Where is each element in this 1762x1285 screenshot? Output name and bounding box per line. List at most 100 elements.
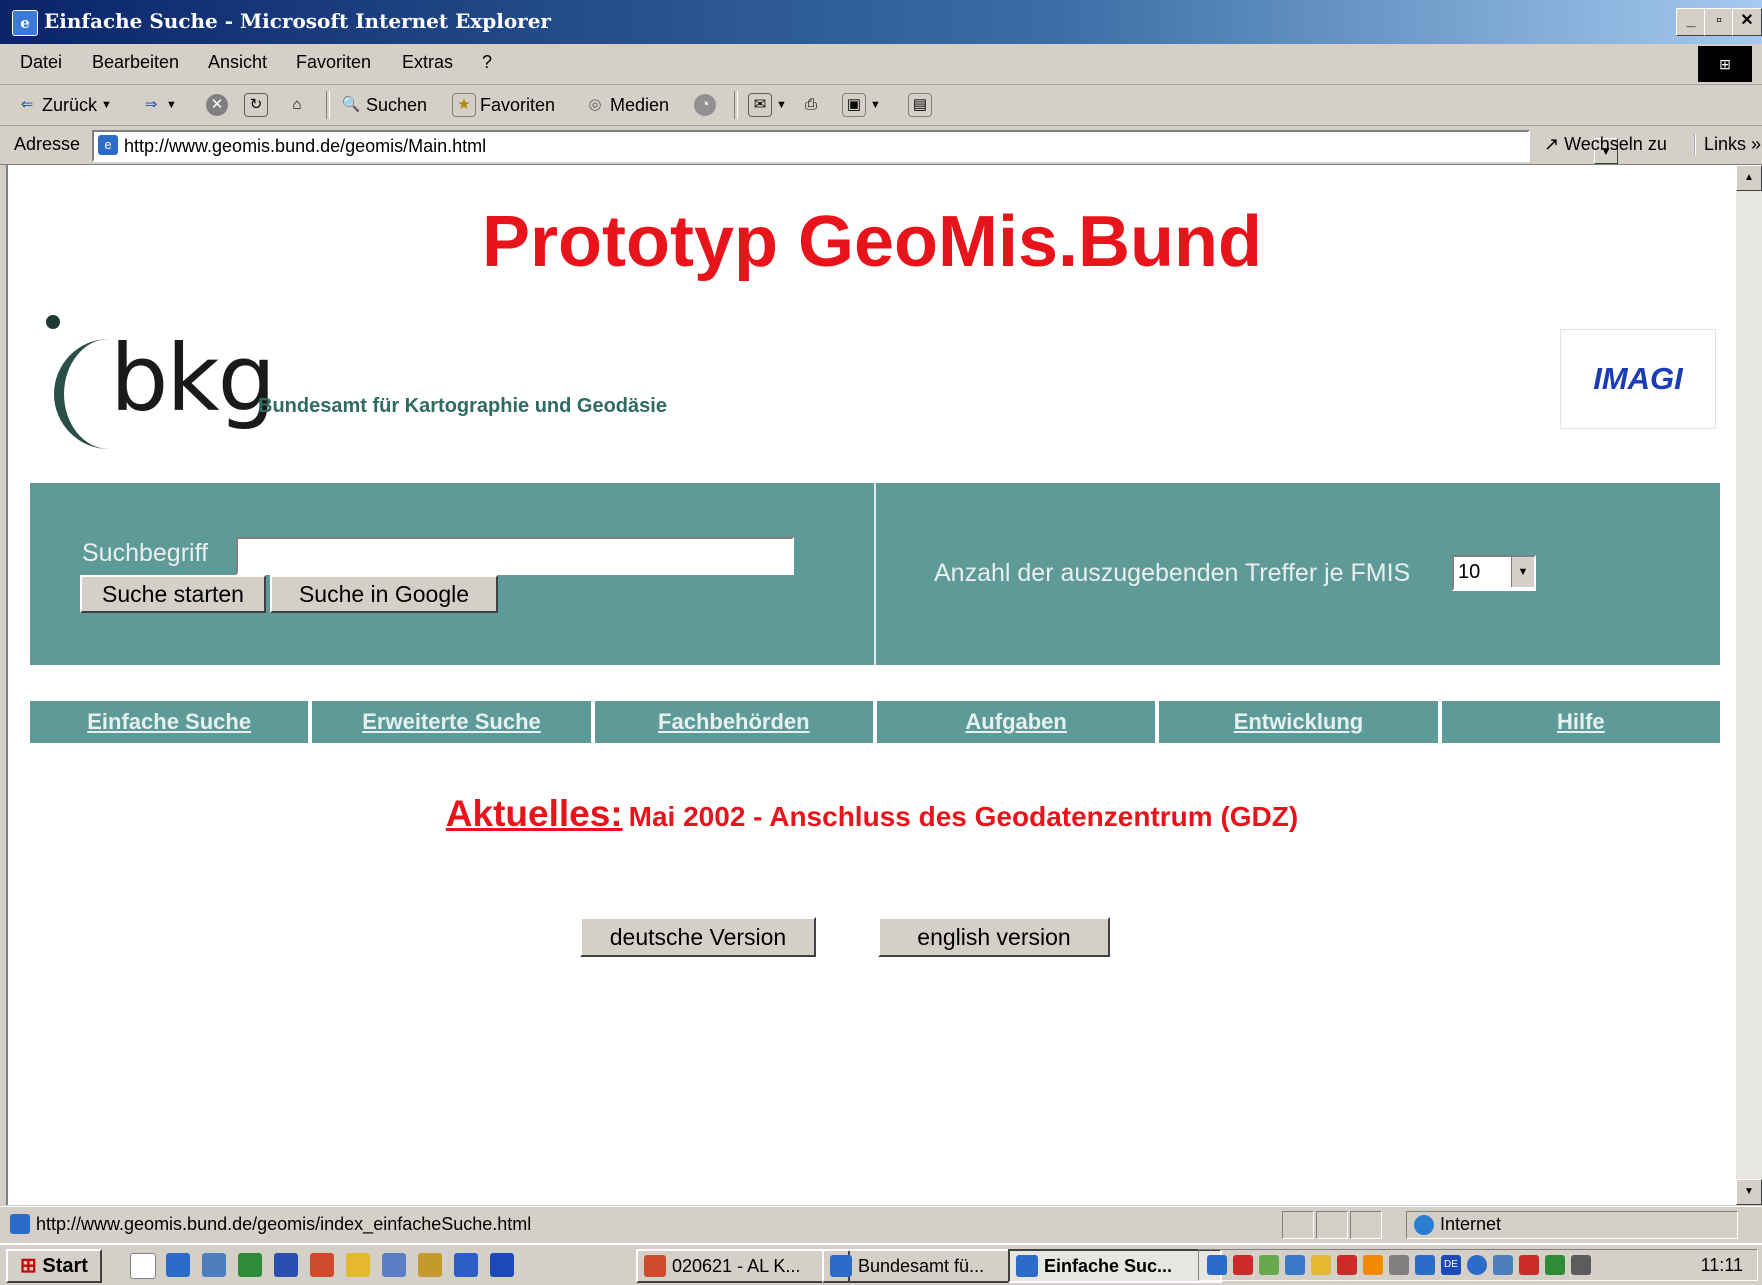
outlook-icon[interactable] xyxy=(202,1253,226,1277)
scroll-up-icon[interactable]: ▲ xyxy=(1736,165,1762,191)
menu-favoriten[interactable]: Favoriten xyxy=(296,52,371,73)
nav-bar: Einfache Suche Erweiterte Suche Fachbehö… xyxy=(30,701,1720,743)
search-google-button[interactable]: Suche in Google xyxy=(270,575,498,613)
powerpoint-icon[interactable] xyxy=(310,1253,334,1277)
globe-icon xyxy=(1414,1214,1434,1235)
bkg-logo: bkg Bundesamt für Kartographie und Geodä… xyxy=(38,315,698,455)
app-icon[interactable] xyxy=(490,1253,514,1277)
search-tool-icon[interactable] xyxy=(346,1253,370,1277)
menu-datei[interactable]: Datei xyxy=(20,52,62,73)
task-button-active[interactable]: Einfache Suc... xyxy=(1008,1249,1222,1283)
discuss-button[interactable]: ▤ xyxy=(908,91,932,119)
toolbar-separator xyxy=(734,91,738,119)
history-icon: ◔ xyxy=(694,94,716,116)
mail-button[interactable]: ✉ ▼ xyxy=(748,91,787,119)
tray-icon[interactable] xyxy=(1493,1255,1513,1275)
vertical-scrollbar[interactable]: ▲ ▼ xyxy=(1736,165,1762,1205)
app-icon[interactable] xyxy=(418,1253,442,1277)
tray-icon[interactable] xyxy=(1337,1255,1357,1275)
history-button[interactable]: ◔ xyxy=(694,91,716,119)
search-input[interactable] xyxy=(236,537,794,575)
address-label: Adresse xyxy=(14,134,81,154)
english-version-button[interactable]: english version xyxy=(878,917,1110,957)
address-input[interactable]: e http://www.geomis.bund.de/geomis/Main.h… xyxy=(92,130,1618,164)
menu-ansicht[interactable]: Ansicht xyxy=(208,52,267,73)
close-button[interactable]: ✕ xyxy=(1732,8,1762,36)
minimize-button[interactable]: _ xyxy=(1676,8,1706,36)
network-icon[interactable] xyxy=(1389,1255,1409,1275)
menu-extras[interactable]: Extras xyxy=(402,52,453,73)
page-icon: e xyxy=(98,135,118,155)
nav-einfache-suche[interactable]: Einfache Suche xyxy=(30,701,309,743)
german-version-button[interactable]: deutsche Version xyxy=(580,917,816,957)
back-arrow-icon: ⇐ xyxy=(20,96,34,113)
back-dropdown-icon[interactable]: ▼ xyxy=(101,99,112,111)
result-count-value: 10 xyxy=(1458,561,1481,583)
back-button[interactable]: ⇐ Zurück ▼ xyxy=(16,91,112,119)
edit-button[interactable]: ▣ ▼ xyxy=(842,91,881,119)
home-button[interactable]: ⌂ xyxy=(286,91,308,119)
tray-icon[interactable] xyxy=(1519,1255,1539,1275)
app-icon[interactable] xyxy=(382,1253,406,1277)
tray-icon[interactable] xyxy=(1415,1255,1435,1275)
nav-entwicklung[interactable]: Entwicklung xyxy=(1159,701,1438,743)
edit-dropdown-icon[interactable]: ▼ xyxy=(870,99,881,111)
tray-icon[interactable] xyxy=(1571,1255,1591,1275)
go-button[interactable]: ↗ Wechseln zu xyxy=(1544,134,1667,155)
window-titlebar[interactable]: e Einfache Suche - Microsoft Internet Ex… xyxy=(0,0,1762,44)
zone-label: Internet xyxy=(1440,1214,1502,1234)
ie-icon[interactable] xyxy=(166,1253,190,1277)
menu-help[interactable]: ? xyxy=(482,52,492,73)
result-count-select[interactable]: 10 ▼ xyxy=(1452,555,1536,591)
tray-icon[interactable] xyxy=(1259,1255,1279,1275)
nav-erweiterte-suche[interactable]: Erweiterte Suche xyxy=(312,701,591,743)
powerpoint-icon xyxy=(644,1255,666,1277)
news-link[interactable]: Aktuelles: xyxy=(446,793,623,834)
forward-button[interactable]: ⇒ ▼ xyxy=(140,91,177,119)
favorites-button[interactable]: ★ Favoriten xyxy=(452,91,555,119)
media-label: Medien xyxy=(610,94,670,115)
links-button[interactable]: Links » xyxy=(1694,134,1761,155)
start-button[interactable]: ⊞ Start xyxy=(6,1249,102,1283)
tray-icon[interactable] xyxy=(1207,1255,1227,1275)
desktop-icon[interactable] xyxy=(130,1253,156,1279)
media-button[interactable]: ◎ Medien xyxy=(584,91,669,119)
security-zone: Internet xyxy=(1414,1214,1501,1235)
maximize-button[interactable]: ▫ xyxy=(1704,8,1734,36)
language-icon[interactable]: DE xyxy=(1441,1255,1461,1275)
nav-fachbehoerden[interactable]: Fachbehörden xyxy=(594,701,873,743)
bkg-logo-word: bkg xyxy=(110,325,276,432)
forward-dropdown-icon[interactable]: ▼ xyxy=(166,99,177,111)
nav-aufgaben[interactable]: Aufgaben xyxy=(876,701,1156,743)
task-button[interactable]: Bundesamt fü... xyxy=(822,1249,1036,1283)
tray-icon[interactable] xyxy=(1233,1255,1253,1275)
menu-bearbeiten[interactable]: Bearbeiten xyxy=(92,52,179,73)
news-line: Aktuelles: Mai 2002 - Anschluss des Geoda… xyxy=(8,793,1736,835)
refresh-button[interactable]: ↻ xyxy=(244,91,268,119)
task-button[interactable]: 020621 - AL K... xyxy=(636,1249,850,1283)
speaker-icon[interactable] xyxy=(1311,1255,1331,1275)
ie-page-icon: e xyxy=(12,10,38,36)
nav-hilfe[interactable]: Hilfe xyxy=(1441,701,1720,743)
tray-icon[interactable] xyxy=(1363,1255,1383,1275)
search-button[interactable]: 🔍 Suchen xyxy=(340,91,427,119)
mail-dropdown-icon[interactable]: ▼ xyxy=(776,99,787,111)
search-start-button[interactable]: Suche starten xyxy=(80,575,266,613)
word-icon[interactable] xyxy=(274,1253,298,1277)
page-viewport: Prototyp GeoMis.Bund bkg Bundesamt für K… xyxy=(6,165,1736,1205)
scroll-down-icon[interactable]: ▼ xyxy=(1736,1179,1762,1205)
start-label: Start xyxy=(42,1255,88,1277)
chevron-down-icon[interactable]: ▼ xyxy=(1511,557,1534,587)
back-label: Zurück xyxy=(42,94,98,115)
stop-button[interactable]: ✕ xyxy=(206,91,228,119)
clock: 11:11 xyxy=(1700,1255,1743,1275)
tray-icon[interactable] xyxy=(1285,1255,1305,1275)
tray-icon[interactable] xyxy=(1545,1255,1565,1275)
ie-icon xyxy=(1016,1255,1038,1277)
imagi-logo[interactable]: IMAGI xyxy=(1560,329,1716,429)
search-icon: 🔍 xyxy=(341,96,361,113)
tray-icon[interactable] xyxy=(1467,1255,1487,1275)
excel-icon[interactable] xyxy=(238,1253,262,1277)
print-button[interactable]: ⎙ xyxy=(800,91,822,119)
app-icon[interactable] xyxy=(454,1253,478,1277)
